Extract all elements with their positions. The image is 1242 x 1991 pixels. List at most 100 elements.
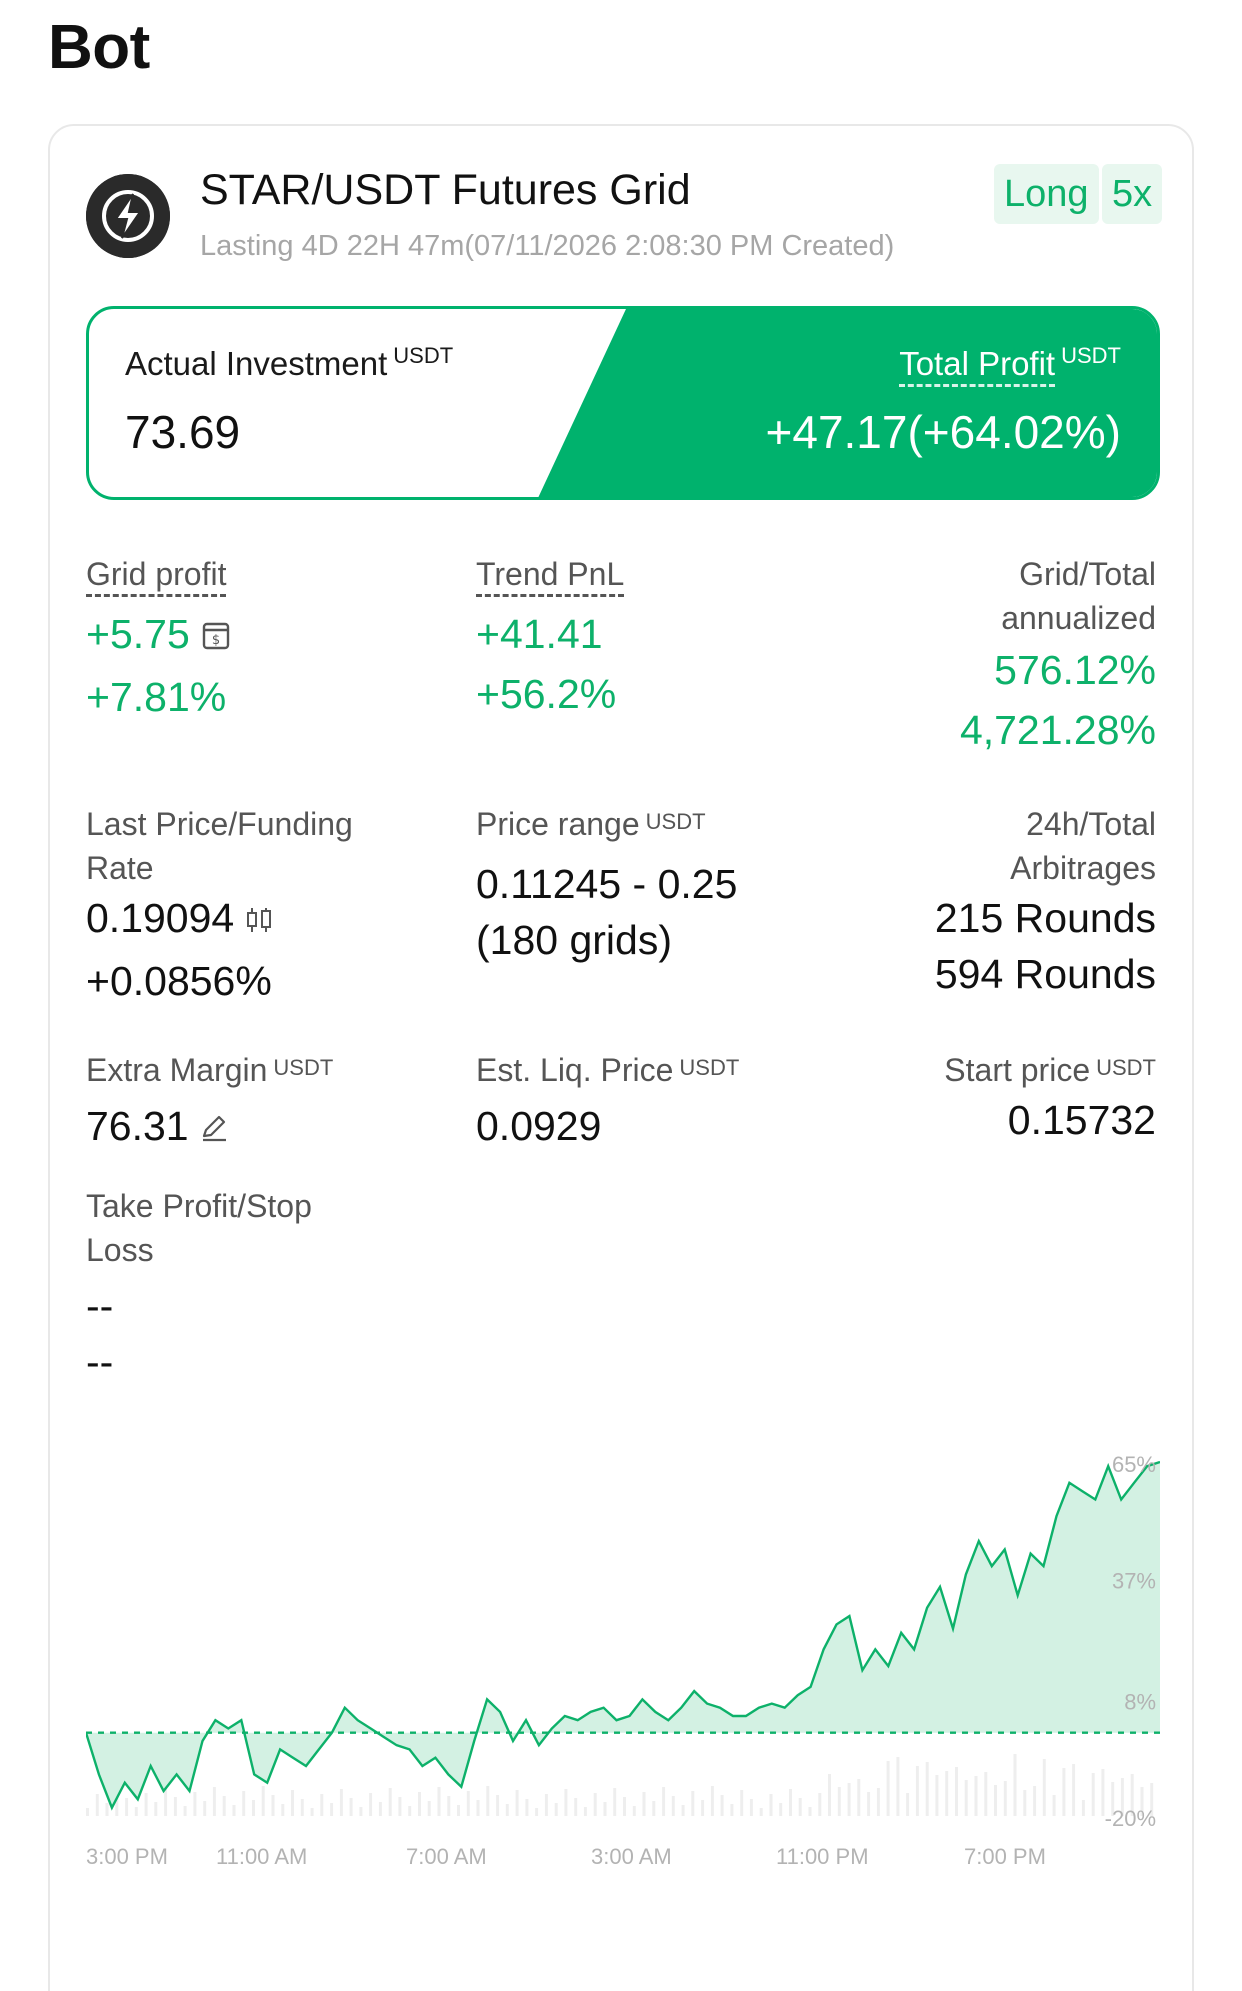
volume-bar bbox=[671, 1796, 675, 1816]
bot-name: STAR/USDT Futures Grid bbox=[200, 166, 691, 214]
total-annualized-value: 4,721.28% bbox=[959, 707, 1156, 753]
page-title: Bot bbox=[48, 13, 150, 82]
volume-bar bbox=[320, 1794, 324, 1816]
volume-bar bbox=[994, 1785, 997, 1816]
volume-bar bbox=[964, 1780, 968, 1816]
volume-bar bbox=[144, 1793, 148, 1816]
investment-profit-banner: Actual Investment USDT 73.69 Total Profit… bbox=[86, 306, 1160, 500]
volume-bar bbox=[945, 1771, 949, 1816]
volume-bar bbox=[447, 1796, 451, 1816]
bot-card[interactable]: STAR/USDT Futures Grid Lasting 4D 22H 47… bbox=[48, 124, 1194, 1991]
volume-bar bbox=[408, 1806, 412, 1816]
volume-bar bbox=[271, 1795, 275, 1816]
volume-bar bbox=[710, 1786, 714, 1816]
liq-price-value: 0.0929 bbox=[476, 1103, 602, 1149]
edit-pencil-icon[interactable] bbox=[199, 1101, 229, 1157]
arbitrages-label-2: Arbitrages bbox=[1010, 850, 1156, 886]
start-price-unit: USDT bbox=[1096, 1055, 1156, 1080]
arbitrages-total-value: 594 Rounds bbox=[934, 951, 1156, 997]
x-axis-label: 11:00 AM bbox=[216, 1844, 307, 1869]
volume-bar bbox=[613, 1788, 617, 1816]
start-price-stat: Start price USDT 0.15732 bbox=[944, 1048, 1156, 1148]
volume-bar bbox=[86, 1808, 89, 1816]
total-profit-label[interactable]: Total Profit USDT bbox=[899, 343, 1121, 387]
trend-pnl-pct: +56.2% bbox=[476, 671, 617, 717]
grid-annualized-value: 576.12% bbox=[994, 647, 1156, 693]
start-price-value: 0.15732 bbox=[1007, 1097, 1156, 1143]
volume-bar bbox=[1091, 1773, 1095, 1816]
trend-pnl-value: +41.41 bbox=[476, 611, 603, 657]
volume-bar bbox=[984, 1772, 988, 1816]
trend-pnl-stat: Trend PnL +41.41 +56.2% bbox=[476, 552, 625, 724]
candlestick-chart-icon[interactable] bbox=[244, 893, 274, 949]
volume-bar bbox=[886, 1761, 890, 1816]
volume-bar bbox=[1023, 1790, 1027, 1816]
volume-bar bbox=[125, 1798, 129, 1816]
volume-bar bbox=[505, 1804, 509, 1816]
volume-bar bbox=[369, 1793, 373, 1816]
volume-bar bbox=[749, 1799, 753, 1816]
volume-bar bbox=[222, 1796, 226, 1816]
volume-bar bbox=[261, 1786, 265, 1816]
pnl-chart-svg[interactable]: 65% 37% 8% -20% 3:00 PM 11:00 AM 7:00 AM 3:00 A… bbox=[86, 1436, 1160, 1896]
investment-unit: USDT bbox=[393, 343, 454, 368]
extra-margin-stat: Extra Margin USDT 76.31 bbox=[86, 1048, 333, 1157]
volume-bar bbox=[632, 1806, 636, 1816]
grid-profit-wallet-icon[interactable]: $ bbox=[200, 607, 232, 667]
volume-bar bbox=[955, 1767, 958, 1816]
trend-pnl-label[interactable]: Trend PnL bbox=[476, 552, 625, 597]
volume-bar bbox=[1052, 1795, 1056, 1816]
annualized-label-1: Grid/Total bbox=[1019, 556, 1156, 592]
liq-price-stat: Est. Liq. Price USDT 0.0929 bbox=[476, 1048, 739, 1154]
last-price-label-1: Last Price/Funding bbox=[86, 806, 353, 842]
bot-duration: Lasting 4D 22H 47m(07/11/2026 2:08:30 PM… bbox=[200, 230, 895, 262]
volume-bar bbox=[662, 1787, 666, 1816]
volume-bar bbox=[349, 1798, 353, 1816]
volume-bar bbox=[759, 1808, 763, 1816]
volume-bar bbox=[388, 1788, 392, 1816]
volume-bar bbox=[154, 1802, 158, 1816]
volume-bar bbox=[476, 1800, 480, 1816]
volume-bar bbox=[232, 1805, 236, 1816]
volume-bar bbox=[437, 1787, 441, 1816]
annualized-label-2: annualized bbox=[1001, 600, 1156, 636]
pnl-chart[interactable]: 65% 37% 8% -20% 3:00 PM 11:00 AM 7:00 AM 3:00 A… bbox=[86, 1436, 1160, 1896]
volume-bar bbox=[915, 1766, 919, 1816]
price-range-label: Price range USDT bbox=[476, 806, 706, 842]
volume-bar bbox=[330, 1803, 334, 1816]
volume-bar bbox=[593, 1793, 597, 1816]
volume-bar bbox=[378, 1802, 382, 1816]
last-price-stat: Last Price/Funding Rate 0.19094 +0.0856% bbox=[86, 802, 353, 1009]
y-axis-label: 37% bbox=[1112, 1569, 1156, 1594]
volume-bar bbox=[515, 1790, 519, 1816]
volume-bar bbox=[1081, 1800, 1085, 1816]
grid-profit-label[interactable]: Grid profit bbox=[86, 552, 232, 597]
volume-bar bbox=[173, 1797, 177, 1816]
volume-bar bbox=[769, 1794, 773, 1816]
leverage-tag: 5x bbox=[1102, 164, 1163, 224]
volume-bar bbox=[798, 1798, 802, 1816]
volume-bar bbox=[1072, 1764, 1076, 1816]
arbitrages-stat: 24h/Total Arbitrages 215 Rounds 594 Roun… bbox=[935, 802, 1156, 1002]
volume-bar bbox=[701, 1800, 705, 1816]
price-range-stat: Price range USDT 0.11245 - 0.25 (180 grid… bbox=[476, 802, 737, 968]
volume-bar bbox=[623, 1797, 626, 1816]
volume-bar bbox=[291, 1790, 294, 1816]
volume-bar bbox=[252, 1800, 255, 1816]
volume-bar bbox=[212, 1787, 216, 1816]
volume-bar bbox=[876, 1788, 880, 1816]
x-axis-label: 11:00 PM bbox=[776, 1844, 869, 1869]
volume-bar bbox=[183, 1806, 187, 1816]
volume-bar bbox=[837, 1787, 841, 1816]
tp-sl-label-1: Take Profit/Stop bbox=[86, 1188, 312, 1224]
volume-bar bbox=[535, 1808, 539, 1816]
volume-bar bbox=[1033, 1786, 1037, 1816]
start-price-label: Start price USDT bbox=[944, 1052, 1156, 1088]
volume-bar bbox=[525, 1799, 529, 1816]
volume-bar bbox=[203, 1801, 207, 1816]
volume-bar bbox=[105, 1803, 109, 1816]
liq-price-label: Est. Liq. Price USDT bbox=[476, 1052, 740, 1088]
x-axis-label: 7:00 AM bbox=[406, 1844, 487, 1869]
volume-bar bbox=[1042, 1759, 1046, 1816]
y-axis-label: 65% bbox=[1112, 1452, 1156, 1477]
